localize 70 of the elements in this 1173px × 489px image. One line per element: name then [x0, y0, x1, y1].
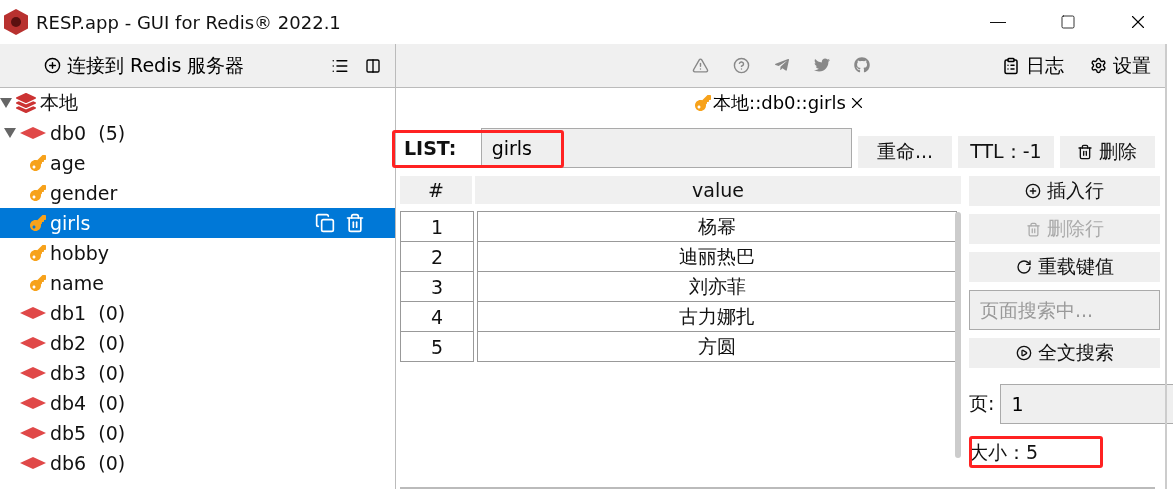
database-icon [20, 307, 46, 319]
log-button[interactable]: 日志 [1002, 52, 1064, 79]
github-icon[interactable] [854, 57, 870, 73]
key-item[interactable]: hobby [0, 238, 395, 268]
tree-item[interactable]: db2 (0) [0, 328, 395, 358]
warning-icon[interactable] [692, 57, 709, 74]
tree-item[interactable]: db4 (0) [0, 388, 395, 418]
database-icon [20, 127, 46, 139]
tree-item[interactable]: db1 (0) [0, 298, 395, 328]
settings-icon [1090, 57, 1107, 74]
table-cell: 1 [400, 211, 474, 242]
search-field[interactable]: 页面搜索中... [969, 290, 1160, 330]
add-icon [1025, 183, 1041, 199]
delete-icon[interactable] [345, 213, 365, 233]
tree-item[interactable]: db0 (5) [0, 118, 395, 148]
layers-icon [16, 93, 36, 113]
clipboard-icon [1002, 56, 1020, 75]
key-icon [695, 95, 712, 111]
column-header: value [475, 176, 961, 204]
telegram-icon[interactable] [774, 57, 790, 73]
delete-icon [1077, 144, 1094, 160]
delete-icon [1025, 221, 1041, 237]
caret-icon [0, 97, 12, 109]
app-logo [4, 9, 28, 35]
key-icon [30, 215, 46, 231]
table-cell: 4 [400, 301, 474, 332]
database-icon [20, 427, 46, 439]
database-icon [20, 397, 46, 409]
table-cell: 方圆 [477, 331, 957, 362]
fulltext-button[interactable]: 全文搜索 [969, 338, 1160, 368]
key-icon [30, 245, 46, 261]
tree-item[interactable]: db5 (0) [0, 418, 395, 448]
rename-button[interactable]: 重命... [857, 136, 953, 168]
key-item[interactable]: gender [0, 178, 395, 208]
insert-button[interactable]: 插入行 [969, 176, 1160, 206]
table-cell: 3 [400, 271, 474, 302]
ttl-button[interactable]: TTL：-1 [958, 136, 1054, 168]
scrollbar[interactable] [955, 212, 961, 458]
key-item[interactable]: girls [0, 208, 395, 238]
key-item[interactable]: age [0, 148, 395, 178]
maximize-icon [1060, 14, 1076, 30]
add-icon [44, 57, 61, 74]
play-icon [1015, 345, 1032, 361]
table-cell: 2 [400, 241, 474, 272]
key-icon [30, 185, 46, 201]
database-icon [20, 337, 46, 349]
key-name-field[interactable]: girls [480, 128, 852, 168]
tree-item[interactable]: db6 (0) [0, 448, 395, 478]
page-field[interactable]: 1 [1000, 384, 1173, 424]
twitter-icon[interactable] [814, 57, 830, 73]
minimize-icon [990, 21, 1006, 23]
key-icon [30, 275, 46, 291]
copy-icon[interactable] [315, 213, 335, 233]
tree-item[interactable]: db3 (0) [0, 358, 395, 388]
table-cell: 5 [400, 331, 474, 362]
database-icon [20, 457, 46, 469]
reload-button[interactable]: 重载键值 [969, 252, 1160, 282]
key-item[interactable]: name [0, 268, 395, 298]
delete-button[interactable]: 删除 [1059, 136, 1155, 168]
key-icon [30, 155, 46, 171]
tree-item[interactable]: 本地 [0, 88, 395, 118]
settings-button[interactable]: 设置 [1090, 52, 1151, 79]
reload-icon [1015, 259, 1032, 275]
page-label: 页: [969, 391, 995, 416]
window-title: RESP.app - GUI for Redis® 2022.1 [36, 11, 342, 33]
column-header: # [400, 176, 472, 204]
database-icon [20, 367, 46, 379]
key-type-label: LIST: [403, 136, 458, 161]
caret-icon [4, 127, 16, 139]
help-icon[interactable] [733, 57, 750, 74]
